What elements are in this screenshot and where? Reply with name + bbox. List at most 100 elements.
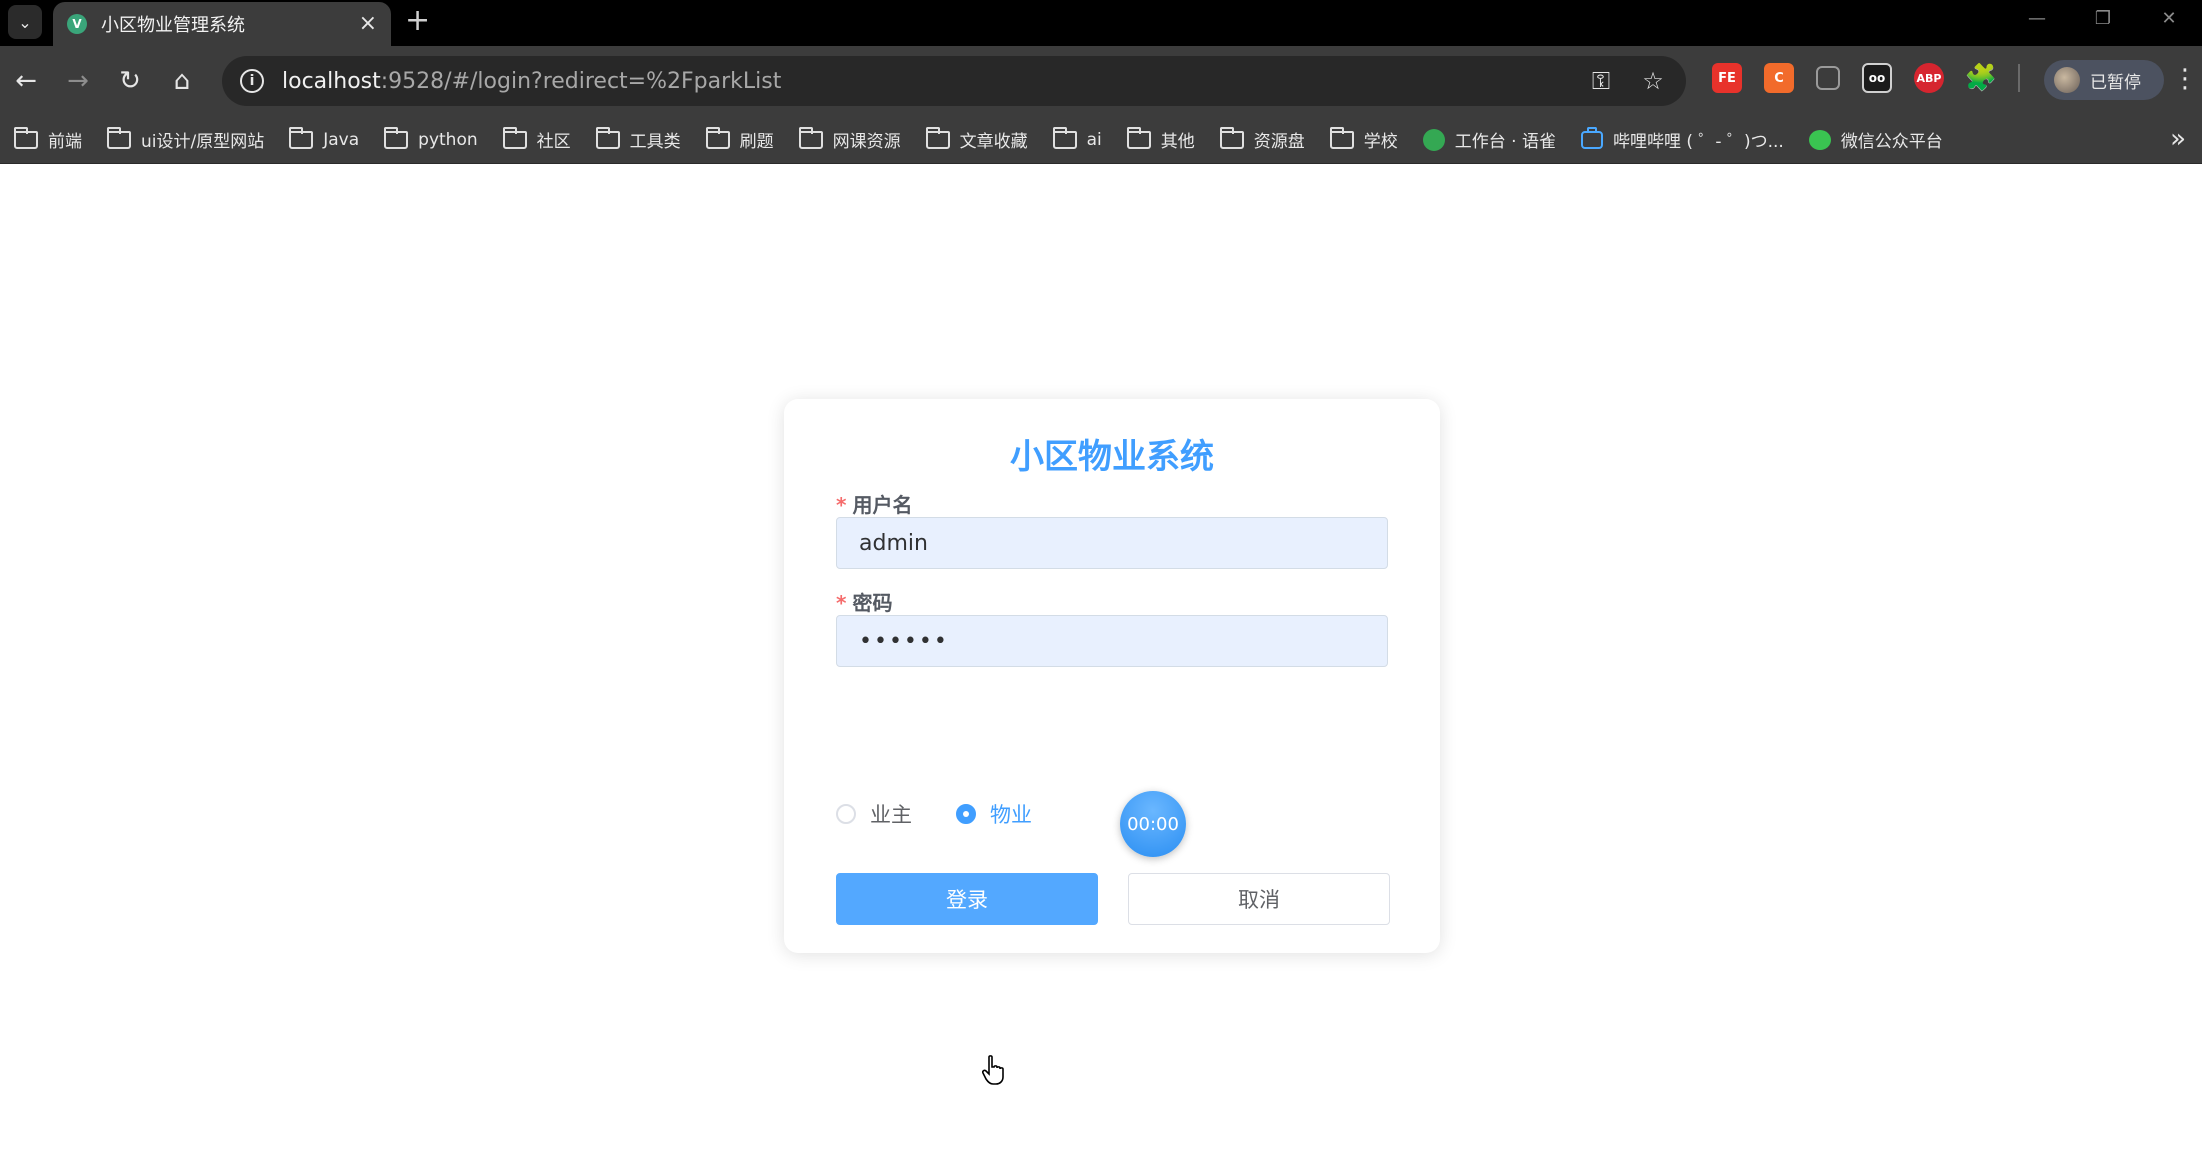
tab-close-icon[interactable]: ×	[359, 13, 377, 35]
star-bookmark-icon[interactable]: ☆	[1638, 66, 1668, 96]
minimize-icon[interactable]: —	[2004, 0, 2070, 36]
browser-tab-active[interactable]: V 小区物业管理系统 ×	[53, 2, 391, 46]
password-label-text: 密码	[852, 591, 893, 615]
url-path: :9528/#/login?redirect=%2FparkList	[380, 68, 782, 94]
yuque-site-icon	[1422, 128, 1445, 151]
folder-icon	[925, 126, 950, 149]
forward-arrow-icon[interactable]: →	[60, 63, 96, 99]
profile-status-label: 已暂停	[2090, 72, 2141, 93]
back-arrow-icon[interactable]: ←	[8, 63, 44, 99]
key-icon[interactable]: ⚿	[1586, 66, 1616, 96]
bookmark-python[interactable]: python	[384, 126, 478, 150]
password-label: * 密码	[836, 587, 892, 616]
tab-search-button[interactable]: ⌄	[8, 5, 42, 39]
wechat-icon	[1808, 129, 1831, 150]
bookmark-ui-design[interactable]: ui设计/原型网站	[107, 126, 265, 152]
bookmark-label: 微信公众平台	[1840, 132, 1943, 152]
folder-icon	[14, 126, 38, 149]
bookmark-yuque[interactable]: 工作台 · 语雀	[1422, 127, 1556, 152]
adblock-plus-icon[interactable]: ABP	[1914, 63, 1944, 93]
login-button[interactable]: 登录	[836, 873, 1098, 925]
radio-circle-icon	[836, 804, 856, 824]
more-menu-icon[interactable]: ⋮	[2172, 66, 2198, 92]
tab-title: 小区物业管理系统	[101, 15, 245, 36]
bookmark-other[interactable]: 其他	[1126, 126, 1195, 152]
folder-icon	[1219, 126, 1244, 149]
url-host: localhost	[282, 68, 381, 94]
reload-icon[interactable]: ↻	[112, 63, 148, 99]
c-extension-icon[interactable]: C	[1764, 63, 1794, 93]
site-info-icon[interactable]: i	[240, 69, 264, 93]
address-bar[interactable]: i localhost :9528/#/login?redirect=%2Fpa…	[222, 56, 1686, 106]
profile-button[interactable]: 已暂停	[2044, 60, 2164, 100]
username-label-text: 用户名	[852, 493, 913, 517]
bookmark-courses[interactable]: 网课资源	[798, 126, 901, 152]
bookmark-label: 资源盘	[1253, 132, 1305, 152]
bookmark-resources[interactable]: 资源盘	[1219, 126, 1305, 152]
bookmark-label: 前端	[48, 132, 82, 152]
radio-owner[interactable]: 业主	[836, 799, 912, 829]
bookmarks-overflow-icon[interactable]: »	[2170, 124, 2186, 154]
toolbar-divider	[2018, 64, 2020, 92]
password-input[interactable]	[836, 615, 1388, 667]
bookmark-bilibili[interactable]: 哔哩哔哩 ( ゜- ゜)つ...	[1580, 126, 1784, 152]
bookmark-community[interactable]: 社区	[502, 126, 571, 152]
folder-icon	[705, 126, 730, 149]
bookmarks-bar: 前端 ui设计/原型网站 Java python 社区 工具类 刷题 网课资源 …	[0, 116, 2202, 164]
hand-cursor-icon	[982, 1055, 1004, 1085]
restore-icon[interactable]: ❐	[2070, 0, 2136, 36]
page-title: 小区物业系统	[1010, 437, 1214, 477]
home-icon[interactable]: ⌂	[164, 63, 200, 99]
folder-icon	[798, 126, 823, 149]
new-tab-button[interactable]: +	[405, 4, 430, 38]
close-window-icon[interactable]: ✕	[2136, 0, 2202, 36]
eyes-extension-icon[interactable]: oo	[1862, 63, 1892, 93]
bookmark-label: ui设计/原型网站	[141, 132, 265, 152]
bookmark-practice[interactable]: 刷题	[705, 126, 774, 152]
vue-favicon-icon: V	[67, 14, 87, 34]
bilibili-icon	[1580, 126, 1603, 149]
bookmark-label: 刷题	[739, 132, 774, 152]
bookmark-ai[interactable]: ai	[1052, 126, 1102, 150]
bookmark-articles[interactable]: 文章收藏	[925, 126, 1028, 152]
folder-icon	[595, 126, 620, 149]
bookmark-java[interactable]: Java	[289, 126, 359, 150]
extensions-row: FE C oo ABP 🧩	[1712, 63, 2020, 93]
folder-icon	[384, 126, 409, 149]
radio-property[interactable]: 物业	[956, 799, 1032, 829]
bookmark-label: 网课资源	[832, 132, 901, 152]
cancel-button[interactable]: 取消	[1128, 873, 1390, 925]
radio-checked-icon	[956, 804, 976, 824]
bookmark-label: ai	[1086, 129, 1102, 150]
radio-property-label: 物业	[990, 803, 1032, 827]
folder-icon	[107, 126, 131, 149]
bookmark-label: 工作台 · 语雀	[1454, 132, 1556, 152]
bookmark-label: 其他	[1160, 132, 1195, 152]
bookmark-label: python	[418, 129, 478, 150]
avatar	[2054, 67, 2080, 93]
bookmark-label: 哔哩哔哩 ( ゜- ゜)つ...	[1612, 132, 1784, 152]
fe-helper-extension-icon[interactable]: FE	[1712, 63, 1742, 93]
login-card: 小区物业系统 *用户名 *密码 业主 物业 登录 取消	[784, 399, 1440, 953]
bookmark-school[interactable]: 学校	[1329, 126, 1398, 152]
extensions-puzzle-icon[interactable]: 🧩	[1965, 63, 1997, 93]
required-mark: *	[836, 591, 847, 615]
copy-extension-icon[interactable]	[1816, 66, 1840, 90]
username-label: * 用户名	[836, 489, 912, 518]
recording-timer-badge[interactable]: 00:00	[1120, 791, 1186, 857]
page-content: 小区物业系统 *用户名 *密码 业主 物业 登录 取消 00:00	[0, 165, 2202, 1167]
folder-icon	[1126, 126, 1151, 149]
bookmark-label: 社区	[536, 132, 571, 152]
bookmark-frontend[interactable]: 前端	[14, 126, 82, 152]
folder-icon	[1052, 126, 1077, 149]
folder-icon	[289, 126, 314, 149]
bookmark-tools[interactable]: 工具类	[595, 126, 681, 152]
folder-icon	[502, 126, 527, 149]
required-mark: *	[836, 493, 847, 517]
username-input[interactable]	[836, 517, 1388, 569]
bookmark-wechat[interactable]: 微信公众平台	[1808, 127, 1943, 152]
window-controls: — ❐ ✕	[2004, 0, 2202, 36]
bookmark-label: 文章收藏	[959, 132, 1028, 152]
browser-toolbar: ← → ↻ ⌂ i localhost :9528/#/login?redire…	[0, 46, 2202, 116]
radio-owner-label: 业主	[870, 803, 912, 827]
